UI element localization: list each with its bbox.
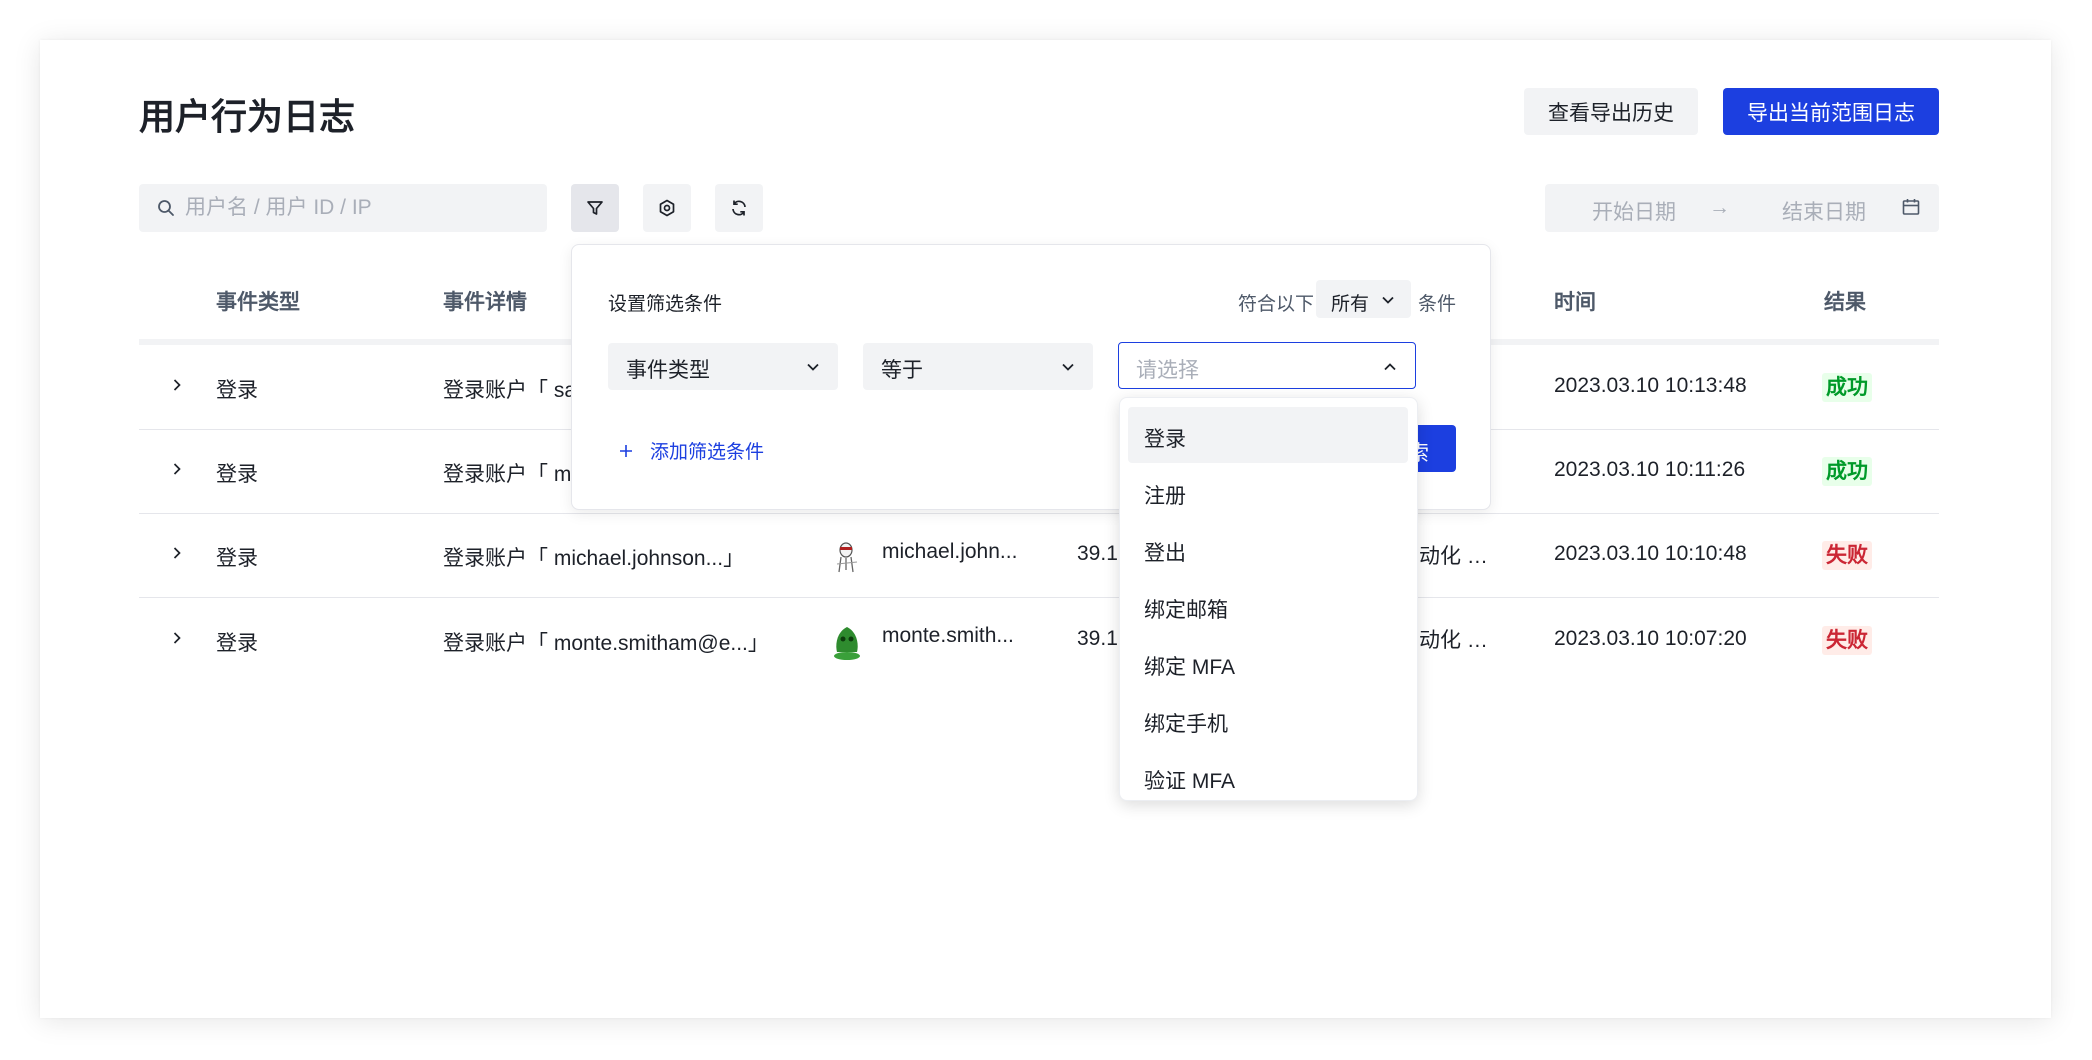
- row-event-type: 登录: [216, 379, 258, 402]
- header-time: 时间: [1554, 291, 1596, 314]
- search-icon: [157, 199, 175, 217]
- expand-row-button[interactable]: [170, 378, 184, 392]
- gear-icon: [657, 198, 677, 218]
- refresh-icon: [729, 198, 749, 218]
- filter-panel-title: 设置筛选条件: [608, 294, 723, 315]
- row-event-detail: 登录账户「 monte.smitham@e...」: [443, 632, 769, 655]
- add-filter-condition-button[interactable]: 添加筛选条件: [618, 437, 764, 464]
- search-box[interactable]: [139, 184, 547, 232]
- dropdown-option-bind-mfa[interactable]: 绑定 MFA: [1128, 635, 1408, 691]
- row-event-type: 登录: [216, 547, 258, 570]
- dropdown-option-bind-email[interactable]: 绑定邮箱: [1128, 578, 1408, 634]
- status-badge: 失败: [1822, 541, 1872, 570]
- page-title: 用户行为日志: [139, 96, 356, 137]
- expand-row-button[interactable]: [170, 462, 184, 476]
- dropdown-option-bind-phone[interactable]: 绑定手机: [1128, 692, 1408, 748]
- dropdown-option-label: 登录: [1144, 428, 1186, 451]
- date-start-placeholder: 开始日期: [1592, 201, 1676, 224]
- search-input[interactable]: [183, 195, 547, 221]
- row-time: 2023.03.10 10:13:48: [1554, 374, 1747, 397]
- date-range-picker[interactable]: 开始日期 → 结束日期: [1545, 184, 1939, 232]
- filter-operator-select[interactable]: 等于: [863, 343, 1093, 390]
- filter-value-dropdown: 登录 注册 登出 绑定邮箱 绑定 MFA 绑定手机 验证 MFA: [1119, 397, 1418, 801]
- row-event-detail: 登录账户「 m: [443, 463, 572, 486]
- row-username: michael.john...: [882, 540, 1018, 563]
- header-result: 结果: [1824, 291, 1866, 314]
- row-username: monte.smith...: [882, 624, 1014, 647]
- dropdown-option-label: 登出: [1144, 542, 1186, 565]
- dropdown-option-label: 验证 MFA: [1144, 770, 1236, 793]
- match-prefix-label: 符合以下: [1238, 294, 1315, 315]
- dropdown-option-label: 注册: [1144, 485, 1186, 508]
- chevron-down-icon: [804, 358, 822, 376]
- settings-button[interactable]: [643, 184, 691, 232]
- status-badge: 成功: [1822, 373, 1872, 402]
- plus-icon: [618, 443, 634, 459]
- dropdown-option-login[interactable]: 登录: [1128, 407, 1408, 463]
- filter-icon: [585, 198, 605, 218]
- row-event-type: 登录: [216, 463, 258, 486]
- filter-button[interactable]: [571, 184, 619, 232]
- calendar-icon: [1901, 197, 1921, 217]
- view-export-history-button[interactable]: 查看导出历史: [1524, 88, 1698, 135]
- dropdown-option-label: 绑定 MFA: [1144, 656, 1236, 679]
- expand-row-button[interactable]: [170, 546, 184, 560]
- dropdown-option-logout[interactable]: 登出: [1128, 521, 1408, 577]
- header-event-type: 事件类型: [216, 291, 300, 314]
- chevron-up-icon: [1381, 358, 1399, 376]
- dropdown-option-label: 绑定邮箱: [1144, 599, 1228, 622]
- filter-value-select[interactable]: 请选择: [1118, 342, 1416, 389]
- row-ip: 39.1: [1077, 627, 1118, 650]
- chevron-right-icon: [170, 631, 184, 645]
- avatar: [827, 622, 867, 662]
- filter-field-value: 事件类型: [626, 359, 710, 382]
- row-time: 2023.03.10 10:11:26: [1554, 458, 1746, 481]
- row-time: 2023.03.10 10:10:48: [1554, 542, 1747, 565]
- add-filter-condition-label: 添加筛选条件: [650, 442, 765, 463]
- header-event-detail: 事件详情: [443, 291, 527, 314]
- match-mode-select[interactable]: 所有: [1316, 280, 1411, 318]
- expand-row-button[interactable]: [170, 631, 184, 645]
- chevron-right-icon: [170, 378, 184, 392]
- export-logs-button[interactable]: 导出当前范围日志: [1723, 88, 1939, 135]
- row-event-detail: 登录账户「 michael.johnson...」: [443, 547, 745, 570]
- date-range-arrow: →: [1709, 196, 1730, 219]
- status-badge: 成功: [1822, 457, 1872, 486]
- chevron-down-icon: [1059, 358, 1077, 376]
- refresh-button[interactable]: [715, 184, 763, 232]
- chevron-down-icon: [1380, 292, 1396, 308]
- chevron-right-icon: [170, 546, 184, 560]
- dropdown-option-label: 绑定手机: [1144, 713, 1228, 736]
- row-event-detail: 登录账户「 sa: [443, 379, 577, 402]
- dropdown-option-verify-mfa[interactable]: 验证 MFA: [1128, 749, 1408, 800]
- match-suffix-label: 条件: [1418, 294, 1457, 315]
- row-divider: [139, 597, 1939, 598]
- row-event-type: 登录: [216, 632, 258, 655]
- match-mode-value: 所有: [1331, 294, 1370, 315]
- status-badge: 失败: [1822, 626, 1872, 655]
- chevron-right-icon: [170, 462, 184, 476]
- row-ip: 39.1: [1077, 542, 1118, 565]
- dropdown-option-register[interactable]: 注册: [1128, 464, 1408, 520]
- avatar: [827, 536, 867, 576]
- filter-operator-value: 等于: [881, 359, 923, 382]
- row-divider: [139, 513, 1939, 514]
- filter-value-placeholder: 请选择: [1136, 359, 1199, 382]
- filter-field-select[interactable]: 事件类型: [608, 343, 838, 390]
- row-time: 2023.03.10 10:07:20: [1554, 627, 1747, 650]
- date-end-placeholder: 结束日期: [1782, 201, 1866, 224]
